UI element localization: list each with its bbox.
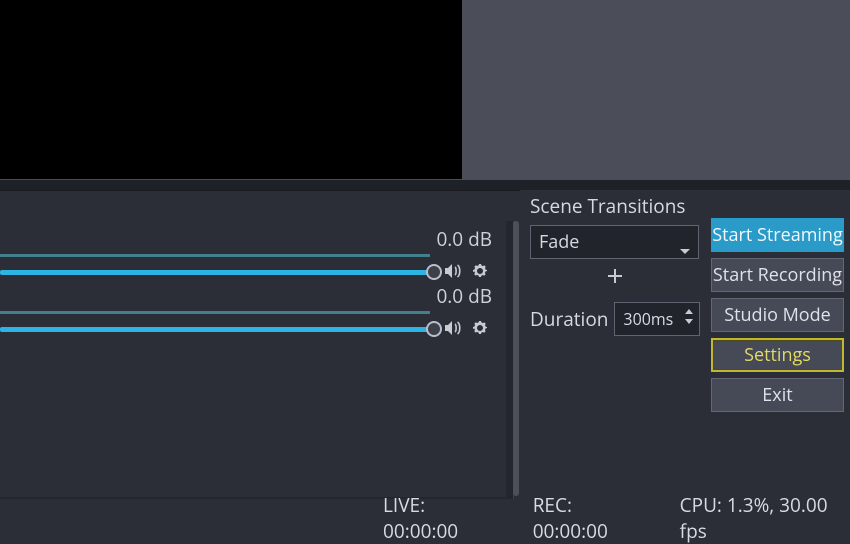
audio-channel-2-slider-thumb[interactable] [426, 321, 442, 337]
exit-button[interactable]: Exit [711, 378, 844, 412]
chevron-up-icon [684, 308, 694, 315]
status-bar: LIVE: 00:00:00 REC: 00:00:00 CPU: 1.3%, … [0, 504, 850, 531]
speaker-icon[interactable] [444, 263, 462, 279]
audio-mixer-scrollbar[interactable] [513, 221, 519, 496]
controls-panel: Start Streaming Start Recording Studio M… [711, 218, 844, 412]
gear-icon[interactable] [472, 320, 488, 336]
transition-select[interactable]: Fade [530, 225, 699, 259]
status-rec: REC: 00:00:00 [533, 492, 646, 544]
status-live: LIVE: 00:00:00 [383, 492, 499, 544]
audio-mixer-inner: 0.0 dB 0.0 dB [0, 221, 506, 497]
settings-button[interactable]: Settings [711, 338, 844, 372]
chevron-down-icon [684, 318, 694, 325]
studio-mode-button[interactable]: Studio Mode [711, 298, 844, 332]
add-transition-button[interactable] [606, 267, 624, 290]
audio-channel-1-db-label: 0.0 dB [0, 223, 496, 252]
audio-channel-2: 0.0 dB [0, 278, 506, 335]
scene-transitions-title: Scene Transitions [530, 190, 700, 225]
preview-viewport[interactable] [0, 0, 462, 179]
audio-mixer-panel: 0.0 dB 0.0 dB [0, 190, 520, 496]
chevron-down-icon [679, 239, 691, 261]
scene-transitions-panel: Scene Transitions Fade Duration 300ms [530, 190, 700, 336]
audio-channel-1-slider-track[interactable] [0, 270, 432, 275]
audio-channel-1: 0.0 dB [0, 221, 506, 278]
status-cpu: CPU: 1.3%, 30.00 fps [680, 492, 850, 544]
spinner-arrows[interactable] [684, 308, 694, 325]
transition-select-value: Fade [539, 230, 579, 254]
speaker-icon[interactable] [444, 320, 462, 336]
start-streaming-button[interactable]: Start Streaming [711, 218, 844, 252]
audio-channel-2-db-label: 0.0 dB [0, 280, 496, 309]
transition-duration-value: 300ms [623, 308, 673, 330]
start-recording-button[interactable]: Start Recording [711, 258, 844, 292]
audio-channel-2-slider-track[interactable] [0, 327, 432, 332]
gear-icon[interactable] [472, 263, 488, 279]
transition-duration-label: Duration [530, 306, 608, 332]
transition-duration-input[interactable]: 300ms [614, 302, 700, 336]
panel-separator [0, 180, 850, 190]
